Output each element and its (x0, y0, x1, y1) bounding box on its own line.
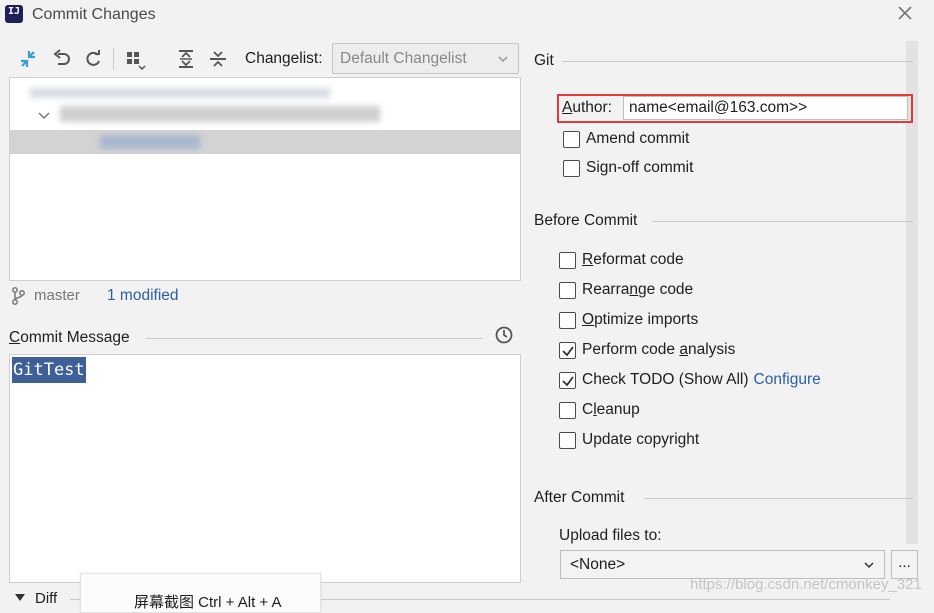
divider (652, 221, 913, 222)
before-commit-option[interactable]: Check TODO (Show All) Configure (559, 371, 821, 389)
upload-server-dropdown[interactable]: <None> (560, 550, 885, 579)
screenshot-tooltip: 屏幕截图 Ctrl + Alt + A (80, 573, 321, 613)
commit-message-text: GitTest (12, 357, 86, 383)
before-commit-section-title: Before Commit (534, 212, 638, 229)
checkbox-box[interactable] (559, 431, 576, 449)
upload-files-label: Upload files to: (559, 527, 662, 544)
app-logo-icon: IJ (3, 3, 23, 23)
checkbox-checked[interactable] (559, 371, 576, 389)
signoff-commit-label: Sign-off commit (586, 159, 694, 176)
commit-message-label-mnemonic: C (9, 329, 21, 346)
changelist-label: Changelist: (245, 50, 323, 67)
before-commit-option-label: Rearrange code (582, 281, 694, 298)
divider (563, 61, 913, 62)
history-clock-icon[interactable] (494, 325, 514, 345)
before-commit-option[interactable]: Reformat code (559, 251, 684, 269)
changes-tree[interactable] (9, 77, 521, 281)
window-title: Commit Changes (32, 6, 156, 23)
app-logo-text: IJ (8, 6, 21, 17)
diff-toggle[interactable]: Diff (15, 590, 57, 607)
commit-message-label: Commit Message (9, 329, 130, 347)
blurred-file-name (100, 135, 200, 149)
collapse-triangle-icon (15, 594, 25, 601)
blurred-tree-row (60, 106, 380, 122)
divider (146, 338, 483, 339)
checkbox-box[interactable] (559, 251, 576, 269)
check-icon (562, 345, 574, 356)
check-icon (562, 375, 574, 386)
before-commit-option-label: Reformat code (582, 251, 684, 268)
chevron-down-icon (496, 52, 510, 71)
changelist-value: Default Changelist (340, 49, 467, 67)
git-section-title: Git (534, 52, 554, 69)
refresh-icon[interactable] (82, 48, 104, 70)
before-commit-option-label: Update copyright (582, 431, 700, 448)
toolbar-separator (113, 48, 114, 70)
screenshot-tooltip-text: 屏幕截图 Ctrl + Alt + A (134, 594, 282, 611)
before-commit-option-label: Check TODO (Show All) (582, 371, 749, 388)
move-changes-icon[interactable] (17, 48, 39, 70)
chevron-down-icon (862, 558, 876, 577)
branch-name: master (34, 287, 80, 304)
checkbox-box[interactable] (563, 159, 580, 177)
before-commit-option[interactable]: Rearrange code (559, 281, 693, 299)
close-icon[interactable] (894, 3, 916, 25)
before-commit-option[interactable]: Cleanup (559, 401, 640, 419)
commit-message-label-rest: ommit Message (20, 329, 130, 346)
upload-server-value: <None> (570, 555, 626, 573)
before-commit-option-label: Cleanup (582, 401, 640, 418)
checkbox-checked[interactable] (559, 341, 576, 359)
configure-link[interactable]: Configure (754, 371, 821, 389)
author-label: Author: (562, 99, 612, 116)
after-commit-section-title: After Commit (534, 489, 625, 506)
before-commit-option[interactable]: Update copyright (559, 431, 699, 449)
modified-files-link[interactable]: 1 modified (107, 287, 179, 305)
watermark: https://blog.csdn.net/cmonkey_321 (690, 576, 922, 593)
author-input[interactable] (623, 96, 908, 120)
changelist-dropdown[interactable]: Default Changelist (332, 43, 519, 74)
checkbox-box[interactable] (559, 311, 576, 329)
before-commit-option[interactable]: Perform code analysis (559, 341, 735, 359)
branch-icon (11, 287, 25, 305)
upload-config-button[interactable]: ... (891, 550, 918, 579)
collapse-all-icon[interactable] (207, 48, 229, 70)
checkbox-box[interactable] (559, 401, 576, 419)
tree-expand-icon[interactable] (38, 108, 50, 125)
divider (644, 498, 913, 499)
diff-label: Diff (35, 590, 58, 607)
before-commit-option-label: Perform code analysis (582, 341, 736, 358)
amend-commit-label: Amend commit (586, 130, 690, 147)
blurred-tree-row (30, 88, 330, 98)
signoff-commit-checkbox[interactable]: Sign-off commit (563, 159, 693, 177)
before-commit-option[interactable]: Optimize imports (559, 311, 698, 329)
group-by-icon[interactable] (124, 48, 146, 70)
amend-commit-checkbox[interactable]: Amend commit (563, 130, 689, 148)
commit-message-textarea[interactable]: GitTest (9, 354, 521, 583)
checkbox-box[interactable] (563, 130, 580, 148)
before-commit-option-label: Optimize imports (582, 311, 699, 328)
expand-all-icon[interactable] (175, 48, 197, 70)
checkbox-box[interactable] (559, 281, 576, 299)
rollback-icon[interactable] (51, 48, 73, 70)
tree-selected-row[interactable] (10, 130, 520, 154)
